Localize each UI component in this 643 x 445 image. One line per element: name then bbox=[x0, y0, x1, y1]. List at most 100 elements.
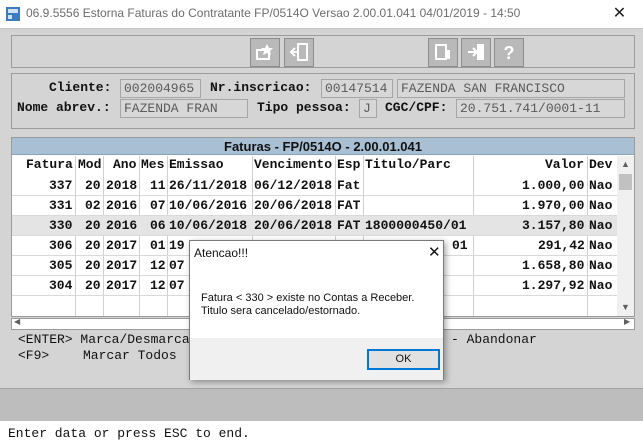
nr-inscricao-label: Nr.inscricao: bbox=[210, 80, 312, 95]
cell-mod: 02 bbox=[85, 198, 101, 213]
cell-mes: 06 bbox=[150, 218, 166, 233]
cell-valor: 291,42 bbox=[538, 238, 585, 253]
new-record-icon bbox=[256, 44, 273, 60]
cell-emissao: 10/06/2018 bbox=[169, 218, 248, 233]
cell-emissao: 26/11/2018 bbox=[169, 178, 248, 193]
col-header[interactable]: Valor bbox=[545, 156, 584, 173]
status-bar: Enter data or press ESC to end. bbox=[0, 421, 643, 445]
cell-valor: 3.157,80 bbox=[522, 218, 585, 233]
col-header[interactable]: Vencimento bbox=[254, 156, 332, 173]
cell-ano: 2018 bbox=[106, 178, 138, 193]
col-header[interactable]: Dev bbox=[589, 156, 612, 173]
cell-fatura: 331 bbox=[49, 198, 73, 213]
cell-valor: 1.970,00 bbox=[522, 198, 585, 213]
nr-inscricao-field[interactable]: 00147514 bbox=[321, 79, 393, 98]
cell-vencimento: 20/06/2018 bbox=[254, 218, 333, 233]
cell-dev: Nao bbox=[589, 198, 613, 213]
cell-emissao: 07 bbox=[169, 258, 185, 273]
col-header[interactable]: Fatura bbox=[26, 156, 73, 173]
cell-mod: 20 bbox=[85, 278, 101, 293]
scroll-down-icon[interactable]: ▼ bbox=[617, 299, 634, 316]
abandonar-hint: - Abandonar bbox=[451, 332, 537, 347]
col-header[interactable]: Mes bbox=[141, 156, 164, 173]
scroll-left-icon[interactable]: ◀ bbox=[14, 317, 20, 326]
cliente-label: Cliente: bbox=[49, 80, 112, 95]
print-button[interactable] bbox=[428, 38, 458, 67]
cell-dev: Nao bbox=[589, 278, 613, 293]
cell-titulo: 1800000450/01 bbox=[365, 218, 467, 233]
exit-button[interactable] bbox=[284, 38, 314, 67]
cell-fatura: 304 bbox=[49, 278, 73, 293]
cell-dev: Nao bbox=[589, 238, 613, 253]
cell-ano: 2017 bbox=[106, 238, 138, 253]
bottom-band bbox=[0, 388, 643, 421]
scroll-thumb[interactable] bbox=[619, 174, 632, 190]
logout-button[interactable] bbox=[461, 38, 491, 67]
cell-dev: Nao bbox=[589, 178, 613, 193]
table-row-selected[interactable]: 330 20 2016 06 10/06/2018 20/06/2018 FAT… bbox=[12, 216, 617, 236]
nome-abrev-label: Nome abrev.: bbox=[17, 100, 111, 115]
cell-vencimento: 06/12/2018 bbox=[254, 178, 333, 193]
logout-icon bbox=[468, 44, 484, 60]
cgc-label: CGC/CPF: bbox=[385, 100, 448, 115]
dialog-close-icon[interactable]: ✕ bbox=[428, 243, 441, 261]
cell-fatura: 337 bbox=[49, 178, 73, 193]
table-row[interactable]: 337 20 2018 11 26/11/2018 06/12/2018 Fat… bbox=[12, 176, 617, 196]
cliente-field[interactable]: 002004965 bbox=[120, 79, 201, 98]
nome-abrev-field[interactable]: FAZENDA FRAN bbox=[120, 99, 248, 118]
tipo-pessoa-field[interactable]: J bbox=[359, 99, 377, 118]
cell-ano: 2016 bbox=[106, 218, 138, 233]
cell-dev: Nao bbox=[589, 218, 613, 233]
cell-mod: 20 bbox=[85, 238, 101, 253]
col-header[interactable]: Mod bbox=[78, 156, 101, 173]
window-close-button[interactable]: ✕ bbox=[596, 0, 643, 28]
scroll-right-icon[interactable]: ▶ bbox=[624, 317, 630, 326]
cell-emissao: 07 bbox=[169, 278, 185, 293]
title-bar: 06.9.5556 Estorna Faturas do Contratante… bbox=[0, 0, 643, 28]
col-header[interactable]: Titulo/Parc bbox=[365, 156, 451, 173]
cell-fatura: 306 bbox=[49, 238, 73, 253]
status-text: Enter data or press ESC to end. bbox=[8, 426, 250, 441]
exit-door-icon bbox=[289, 43, 308, 61]
col-header[interactable]: Ano bbox=[113, 156, 136, 173]
cell-mes: 01 bbox=[150, 238, 166, 253]
cell-valor: 1.658,80 bbox=[522, 258, 585, 273]
col-header[interactable]: Esp bbox=[337, 156, 360, 173]
cell-ano: 2016 bbox=[106, 198, 138, 213]
print-icon bbox=[435, 44, 450, 60]
cell-valor: 1.000,00 bbox=[522, 178, 585, 193]
cell-fatura: 305 bbox=[49, 258, 73, 273]
enter-hint: <ENTER> Marca/Desmarca bbox=[18, 332, 190, 347]
cell-ano: 2017 bbox=[106, 278, 138, 293]
toolbar: ? bbox=[11, 35, 635, 68]
new-record-button[interactable] bbox=[250, 38, 280, 67]
scroll-up-icon[interactable]: ▲ bbox=[617, 156, 634, 173]
cell-esp: Fat bbox=[337, 178, 361, 193]
attention-dialog: Atencao!!! ✕ Fatura < 330 > existe no Co… bbox=[189, 240, 444, 380]
tipo-pessoa-label: Tipo pessoa: bbox=[257, 100, 351, 115]
svg-text:?: ? bbox=[504, 43, 515, 62]
help-button[interactable]: ? bbox=[494, 38, 524, 67]
cell-vencimento: 20/06/2018 bbox=[254, 198, 333, 213]
cell-emissao: 10/06/2016 bbox=[169, 198, 248, 213]
f9-hint: Marcar Todos bbox=[83, 348, 177, 363]
dialog-title: Atencao!!! bbox=[194, 246, 249, 260]
dialog-message: Fatura < 330 > existe no Contas a Recebe… bbox=[201, 292, 414, 318]
cell-valor: 1.297,92 bbox=[522, 278, 585, 293]
cell-mod: 20 bbox=[85, 218, 101, 233]
f9-key: <F9> bbox=[18, 348, 50, 363]
app-icon bbox=[6, 7, 20, 21]
cell-dev: Nao bbox=[589, 258, 613, 273]
ok-button[interactable]: OK bbox=[367, 349, 440, 370]
fazenda-field[interactable]: FAZENDA SAN FRANCISCO bbox=[397, 79, 625, 98]
cell-mes: 12 bbox=[150, 258, 166, 273]
cell-fatura: 330 bbox=[49, 218, 73, 233]
cell-mes: 11 bbox=[150, 178, 166, 193]
table-row[interactable]: 331 02 2016 07 10/06/2016 20/06/2018 FAT… bbox=[12, 196, 617, 216]
cell-mod: 20 bbox=[85, 258, 101, 273]
col-header[interactable]: Emissao bbox=[169, 156, 224, 173]
grid-header: Fatura Mod Ano Mes Emissao Vencimento Es… bbox=[12, 156, 634, 173]
cgc-field[interactable]: 20.751.741/0001-11 bbox=[456, 99, 625, 118]
dialog-message-line: Titulo sera cancelado/estornado. bbox=[201, 305, 361, 317]
grid-vertical-scrollbar[interactable]: ▲ ▼ bbox=[617, 156, 634, 316]
